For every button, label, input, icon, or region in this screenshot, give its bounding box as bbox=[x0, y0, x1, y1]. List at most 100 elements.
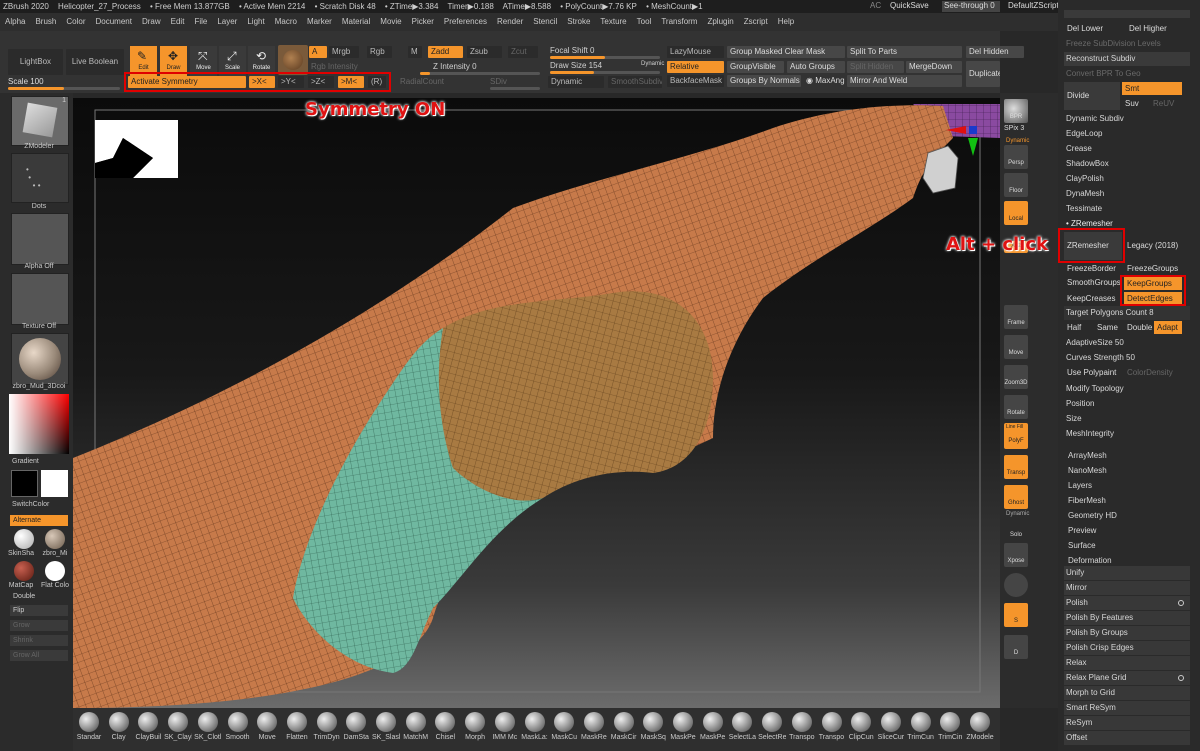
freeze-subdiv-button[interactable]: Freeze SubDivision Levels bbox=[1064, 37, 1190, 51]
default-zscript-button[interactable]: DefaultZScript bbox=[1008, 1, 1059, 10]
smt-button[interactable]: Smt bbox=[1122, 82, 1182, 95]
symmetry-r-button[interactable]: (R) bbox=[368, 76, 386, 88]
transp-button[interactable]: Transp bbox=[1004, 455, 1028, 479]
brush-button[interactable]: Chisel bbox=[431, 712, 459, 750]
ghost-button[interactable]: Ghost bbox=[1004, 485, 1028, 509]
offset-slider[interactable]: Offset bbox=[1064, 731, 1190, 745]
mrgb-toggle[interactable]: Mrgb bbox=[329, 46, 359, 58]
sdiv-slider[interactable]: SDiv bbox=[490, 77, 507, 86]
menu-picker[interactable]: Picker bbox=[407, 13, 439, 31]
tessimate-button[interactable]: Tessimate bbox=[1064, 202, 1190, 216]
surface-button[interactable]: Surface bbox=[1066, 539, 1192, 553]
material-thumb[interactable] bbox=[11, 333, 69, 385]
del-lower-button[interactable]: Del Lower bbox=[1064, 22, 1124, 35]
nanomesh-button[interactable]: NanoMesh bbox=[1066, 464, 1192, 478]
backfacemask-button[interactable]: BackfaceMask bbox=[667, 75, 724, 87]
snapshot-button[interactable] bbox=[1004, 573, 1028, 597]
freezegroups-button[interactable]: FreezeGroups bbox=[1124, 262, 1186, 275]
zmodeler-brush-thumb[interactable]: 1 bbox=[11, 96, 69, 146]
brush-button[interactable]: MatchM bbox=[402, 712, 430, 750]
s-button[interactable]: S bbox=[1004, 603, 1028, 627]
persp-button[interactable]: Persp bbox=[1004, 145, 1028, 169]
brush-button[interactable]: ClipCun bbox=[847, 712, 875, 750]
sdiv-track[interactable] bbox=[490, 87, 540, 90]
keepgroups-button[interactable]: KeepGroups bbox=[1124, 277, 1182, 290]
d-button[interactable]: D bbox=[1004, 635, 1028, 659]
menu-layer[interactable]: Layer bbox=[212, 13, 242, 31]
duplicate-button[interactable]: Duplicate bbox=[966, 61, 1000, 87]
position-button[interactable]: Position bbox=[1064, 397, 1190, 411]
layers-button[interactable]: Layers bbox=[1066, 479, 1192, 493]
dynamesh-button[interactable]: DynaMesh bbox=[1064, 187, 1190, 201]
frame-button[interactable]: Frame bbox=[1004, 305, 1028, 329]
zremesher-button[interactable]: ZRemesher bbox=[1064, 232, 1122, 260]
rgb-toggle[interactable]: Rgb bbox=[367, 46, 392, 58]
group-masked-clear-mask-button[interactable]: Group Masked Clear Mask bbox=[727, 46, 845, 58]
flip-button[interactable]: Flip bbox=[10, 605, 68, 616]
mirror-button[interactable]: Mirror bbox=[1064, 581, 1190, 595]
move-mode-button[interactable]: ⤧ Move bbox=[190, 46, 217, 76]
brush-button[interactable]: Move bbox=[253, 712, 281, 750]
colordensity-slider[interactable]: ColorDensity bbox=[1124, 366, 1182, 379]
brush-button[interactable]: TrimCin bbox=[936, 712, 964, 750]
spix-slider[interactable]: SPix 3 bbox=[1004, 125, 1024, 132]
menu-edit[interactable]: Edit bbox=[166, 13, 190, 31]
live-boolean-button[interactable]: Live Boolean bbox=[66, 49, 124, 75]
switchcolor-button[interactable]: SwitchColor bbox=[12, 501, 74, 508]
keepcreases-button[interactable]: KeepCreases bbox=[1064, 292, 1122, 305]
brush-button[interactable]: ZModele bbox=[966, 712, 994, 750]
local-button[interactable]: Local bbox=[1004, 201, 1028, 225]
color-picker[interactable] bbox=[9, 394, 69, 454]
zadd-toggle[interactable]: Zadd bbox=[428, 46, 463, 58]
draw-mode-button[interactable]: ✥ Draw bbox=[160, 46, 187, 76]
grow-all-button[interactable]: Grow All bbox=[10, 650, 68, 661]
rotate-mode-button[interactable]: ⟲ Rotate bbox=[248, 46, 275, 76]
rgb-intensity-slider[interactable]: Rgb Intensity bbox=[311, 62, 358, 71]
menu-marker[interactable]: Marker bbox=[302, 13, 337, 31]
matcap-material[interactable] bbox=[14, 561, 34, 581]
split-to-parts-button[interactable]: Split To Parts bbox=[847, 46, 962, 58]
menu-render[interactable]: Render bbox=[492, 13, 528, 31]
groupvisible-button[interactable]: GroupVisible bbox=[727, 61, 784, 73]
secondary-color-swatch[interactable] bbox=[41, 470, 68, 497]
preview-button[interactable]: Preview bbox=[1066, 524, 1192, 538]
reconstruct-subdiv-button[interactable]: Reconstruct Subdiv bbox=[1064, 52, 1190, 66]
half-button[interactable]: Half bbox=[1064, 321, 1094, 334]
draw-size-track[interactable] bbox=[550, 71, 660, 74]
brush-button[interactable]: SK_Slasl bbox=[372, 712, 400, 750]
xpose-button[interactable]: Xpose bbox=[1004, 543, 1028, 567]
skinshade-material[interactable] bbox=[14, 529, 34, 549]
unify-button[interactable]: Unify bbox=[1064, 566, 1190, 580]
polish-by-features-slider[interactable]: Polish By Features bbox=[1064, 611, 1190, 625]
draw-size-slider[interactable]: Draw Size 154 bbox=[550, 61, 602, 70]
menu-light[interactable]: Light bbox=[242, 13, 269, 31]
zsub-toggle[interactable]: Zsub bbox=[467, 46, 502, 58]
brush-button[interactable]: MaskPe bbox=[699, 712, 727, 750]
claypolish-button[interactable]: ClayPolish bbox=[1064, 172, 1190, 186]
brush-button[interactable]: SK_Clayl bbox=[164, 712, 192, 750]
brush-button[interactable]: TrimDyn bbox=[313, 712, 341, 750]
double-button[interactable]: Double bbox=[10, 591, 68, 602]
reuv-button[interactable]: ReUV bbox=[1150, 97, 1182, 110]
brush-button[interactable]: Clay bbox=[105, 712, 133, 750]
polish-by-groups-slider[interactable]: Polish By Groups bbox=[1064, 626, 1190, 640]
menu-document[interactable]: Document bbox=[91, 13, 137, 31]
solo-button[interactable]: Solo bbox=[1004, 517, 1028, 541]
menu-zscript[interactable]: Zscript bbox=[739, 13, 773, 31]
brush-button[interactable]: MaskSq bbox=[639, 712, 667, 750]
polyf-button[interactable]: Line Fill PolyF bbox=[1004, 423, 1028, 449]
menu-preferences[interactable]: Preferences bbox=[439, 13, 492, 31]
symmetry-m-button[interactable]: >M< bbox=[338, 76, 364, 88]
current-material-swatch[interactable] bbox=[278, 45, 308, 75]
scale-slider[interactable] bbox=[8, 87, 120, 90]
relax-plane-grid-slider[interactable]: Relax Plane Grid bbox=[1064, 671, 1190, 685]
edit-mode-button[interactable]: ✎ Edit bbox=[130, 46, 157, 76]
divide-button[interactable]: Divide bbox=[1064, 82, 1120, 110]
stroke-thumb[interactable]: • • • • bbox=[11, 153, 69, 203]
groups-by-normals-button[interactable]: Groups By Normals bbox=[727, 75, 801, 87]
split-hidden-button[interactable]: Split Hidden bbox=[847, 61, 904, 73]
brush-button[interactable]: SliceCur bbox=[877, 712, 905, 750]
menu-movie[interactable]: Movie bbox=[375, 13, 406, 31]
brush-button[interactable]: Transpo bbox=[818, 712, 846, 750]
menu-stroke[interactable]: Stroke bbox=[562, 13, 595, 31]
